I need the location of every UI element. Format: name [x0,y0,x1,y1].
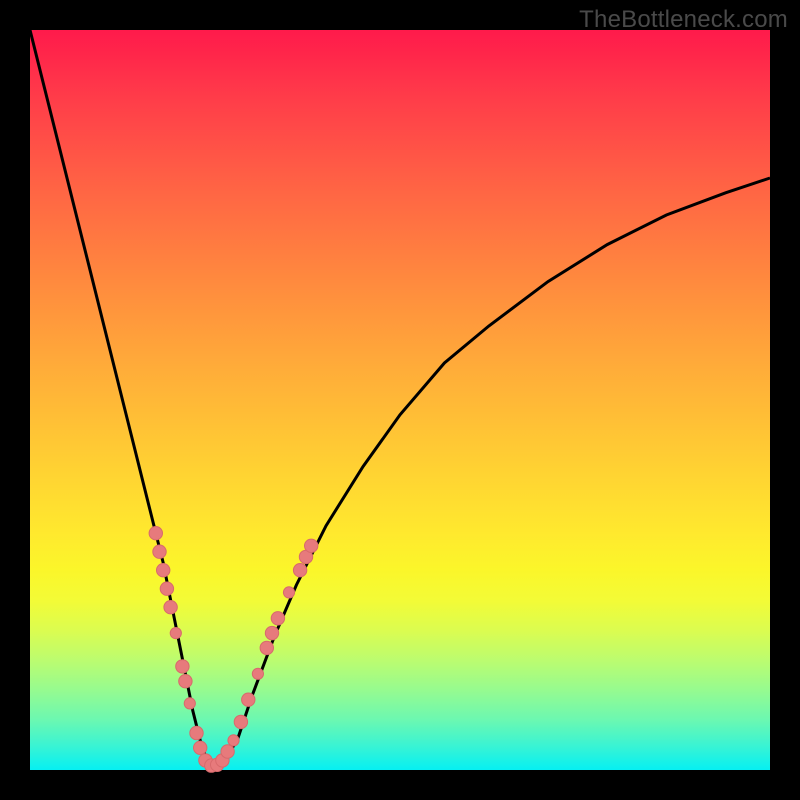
curve-marker [293,564,306,577]
curve-marker [271,612,284,625]
curve-marker [190,726,203,739]
plot-area [30,30,770,770]
curve-marker [265,626,278,639]
curve-marker [260,641,273,654]
curve-marker [176,660,189,673]
chart-frame: TheBottleneck.com [0,0,800,800]
curve-marker [153,545,166,558]
curve-marker [179,675,192,688]
curve-markers [149,527,318,773]
curve-marker [160,582,173,595]
bottleneck-curve [30,30,770,766]
bottleneck-curve-svg [30,30,770,770]
curve-marker [242,693,255,706]
curve-marker [234,715,247,728]
curve-marker [164,601,177,614]
curve-marker [283,587,294,598]
curve-marker [221,745,234,758]
curve-marker [228,735,239,746]
curve-marker [252,668,263,679]
curve-marker [194,741,207,754]
curve-marker [149,527,162,540]
curve-marker [184,698,195,709]
curve-marker [170,628,181,639]
curve-marker [157,564,170,577]
curve-marker [305,539,318,552]
